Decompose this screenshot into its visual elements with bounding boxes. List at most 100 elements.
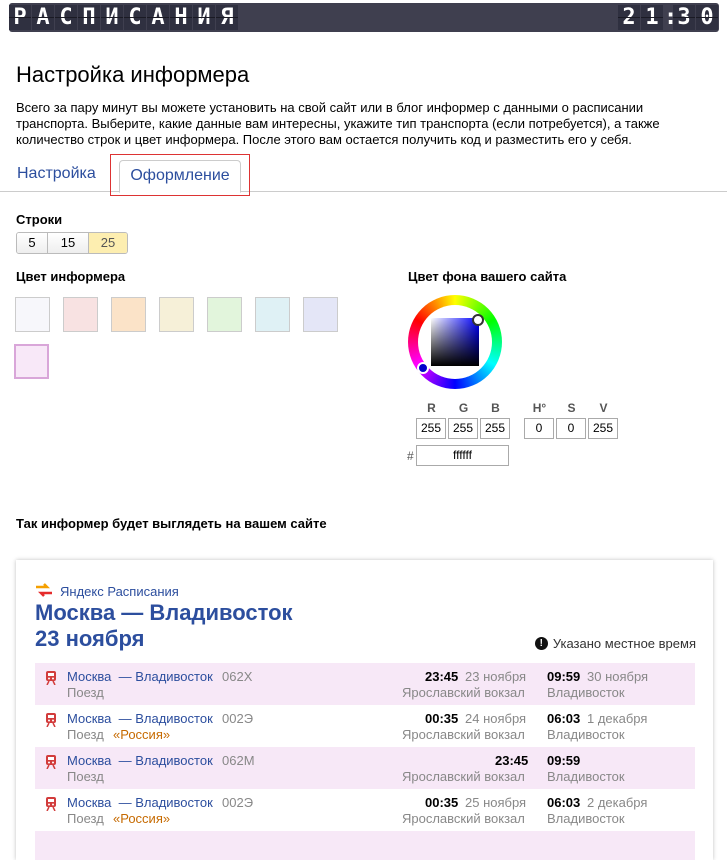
color-swatch[interactable] <box>111 297 146 332</box>
clock-digit: 3 <box>673 5 695 30</box>
rows-selector: 5 15 25 <box>16 232 128 254</box>
preview-label: Так информер будет выглядеть на вашем са… <box>16 516 327 531</box>
arrival-date: 30 ноября <box>587 669 649 684</box>
schedule-row: Москва — Владивосток 062Х Поезд 23:45 23… <box>35 663 695 705</box>
board-letter: И <box>101 5 123 30</box>
departure-date: 24 ноября <box>465 711 527 726</box>
schedule-row: Москва — Владивосток 002Э Поезд «Россия»… <box>35 789 695 831</box>
train-route-link[interactable]: Москва — Владивосток <box>67 795 213 810</box>
departure-time: 00:35 <box>425 795 459 810</box>
train-brand: «Россия» <box>113 727 171 742</box>
color-swatch[interactable] <box>303 297 338 332</box>
board-title: Р А С П И С А Н И Я <box>9 5 239 30</box>
schedule-row: Москва — Владивосток 062М Поезд 23:45 Яр… <box>35 747 695 789</box>
color-swatch[interactable] <box>15 297 50 332</box>
departure-station: Ярославский вокзал <box>402 811 525 826</box>
color-square[interactable] <box>431 318 479 366</box>
departure-time: 23:45 <box>425 669 459 684</box>
train-brand: «Россия» <box>113 811 171 826</box>
hex-input[interactable]: ffffff <box>416 445 509 466</box>
board-letter: А <box>147 5 169 30</box>
arrival-station: Владивосток <box>547 811 625 826</box>
train-number: 062М <box>222 753 255 768</box>
train-number: 062Х <box>222 669 253 684</box>
train-kind: Поезд <box>67 685 104 700</box>
saturation-knob[interactable] <box>472 314 484 326</box>
board-letter: И <box>193 5 215 30</box>
color-swatch[interactable] <box>207 297 242 332</box>
train-icon <box>46 755 56 769</box>
departure-date: 23 ноября <box>465 669 527 684</box>
arrival-time: 06:03 <box>547 795 581 810</box>
tab-settings[interactable]: Настройка <box>17 165 96 183</box>
arrival-time: 09:59 <box>547 753 581 768</box>
color-swatch[interactable] <box>159 297 194 332</box>
rows-option-5[interactable]: 5 <box>17 233 48 253</box>
train-route-link[interactable]: Москва — Владивосток <box>67 753 213 768</box>
v-label: V <box>599 401 608 415</box>
local-time-note: ! Указано местное время <box>534 636 696 651</box>
widget-brand[interactable]: Яндекс Расписания <box>60 584 179 599</box>
hex-hash: # <box>407 449 414 463</box>
local-time-text: Указано местное время <box>552 636 696 651</box>
train-icon <box>46 713 56 727</box>
train-route-link[interactable]: Москва — Владивосток <box>67 669 213 684</box>
train-kind: Поезд <box>67 727 104 742</box>
yandex-schedule-logo-icon <box>36 583 52 597</box>
arrival-date: 2 декабря <box>587 795 648 810</box>
board-letter: Р <box>9 5 31 30</box>
color-swatch[interactable] <box>14 344 49 379</box>
board-letter: С <box>55 5 77 30</box>
b-label: B <box>491 401 500 415</box>
departure-time: 00:35 <box>425 711 459 726</box>
info-icon: ! <box>534 637 548 650</box>
arrival-station: Владивосток <box>547 685 625 700</box>
arrival-station: Владивосток <box>547 769 625 784</box>
h-input[interactable]: 0 <box>524 418 554 439</box>
r-label: R <box>427 401 436 415</box>
train-kind: Поезд <box>67 769 104 784</box>
s-input[interactable]: 0 <box>556 418 586 439</box>
color-swatch[interactable] <box>63 297 98 332</box>
schedule-board-header: Р А С П И С А Н И Я 2 1 : 3 0 <box>9 3 719 32</box>
rows-option-15[interactable]: 15 <box>48 233 89 253</box>
departure-time: 23:45 <box>495 753 529 768</box>
v-input[interactable]: 255 <box>588 418 618 439</box>
g-label: G <box>458 401 469 415</box>
clock-digit: 0 <box>696 5 718 30</box>
train-route-link[interactable]: Москва — Владивосток <box>67 711 213 726</box>
departure-station: Ярославский вокзал <box>402 685 525 700</box>
board-letter: С <box>124 5 146 30</box>
tab-appearance[interactable]: Оформление <box>119 160 241 193</box>
b-input[interactable]: 255 <box>480 418 510 439</box>
departure-station: Ярославский вокзал <box>402 727 525 742</box>
arrival-time: 09:59 <box>547 669 581 684</box>
arrival-time: 06:03 <box>547 711 581 726</box>
clock-digit: 2 <box>618 5 640 30</box>
site-bg-label: Цвет фона вашего сайта <box>408 269 567 284</box>
train-kind: Поезд <box>67 811 104 826</box>
train-number: 002Э <box>222 711 254 726</box>
rows-option-25[interactable]: 25 <box>89 233 127 253</box>
board-letter: Н <box>170 5 192 30</box>
schedule-row: Москва — Владивосток 002Э Поезд «Россия»… <box>35 705 695 747</box>
board-letter: П <box>78 5 100 30</box>
widget-date: 23 ноября <box>35 626 145 651</box>
train-number: 002Э <box>222 795 254 810</box>
board-clock: 2 1 : 3 0 <box>618 5 719 30</box>
color-wheel[interactable] <box>408 295 502 389</box>
train-icon <box>46 797 56 811</box>
hue-knob[interactable] <box>417 362 429 374</box>
widget-route-title[interactable]: Москва — Владивосток <box>35 600 293 626</box>
board-letter: Я <box>216 5 238 30</box>
departure-date: 25 ноября <box>465 795 527 810</box>
color-swatch[interactable] <box>255 297 290 332</box>
s-label: S <box>567 401 576 415</box>
page-title: Настройка информера <box>16 62 250 87</box>
rows-label: Строки <box>16 212 63 227</box>
g-input[interactable]: 255 <box>448 418 478 439</box>
h-label: H° <box>532 401 547 415</box>
r-input[interactable]: 255 <box>416 418 446 439</box>
arrival-date: 1 декабря <box>587 711 648 726</box>
page-intro: Всего за пару минут вы можете установить… <box>16 100 660 147</box>
